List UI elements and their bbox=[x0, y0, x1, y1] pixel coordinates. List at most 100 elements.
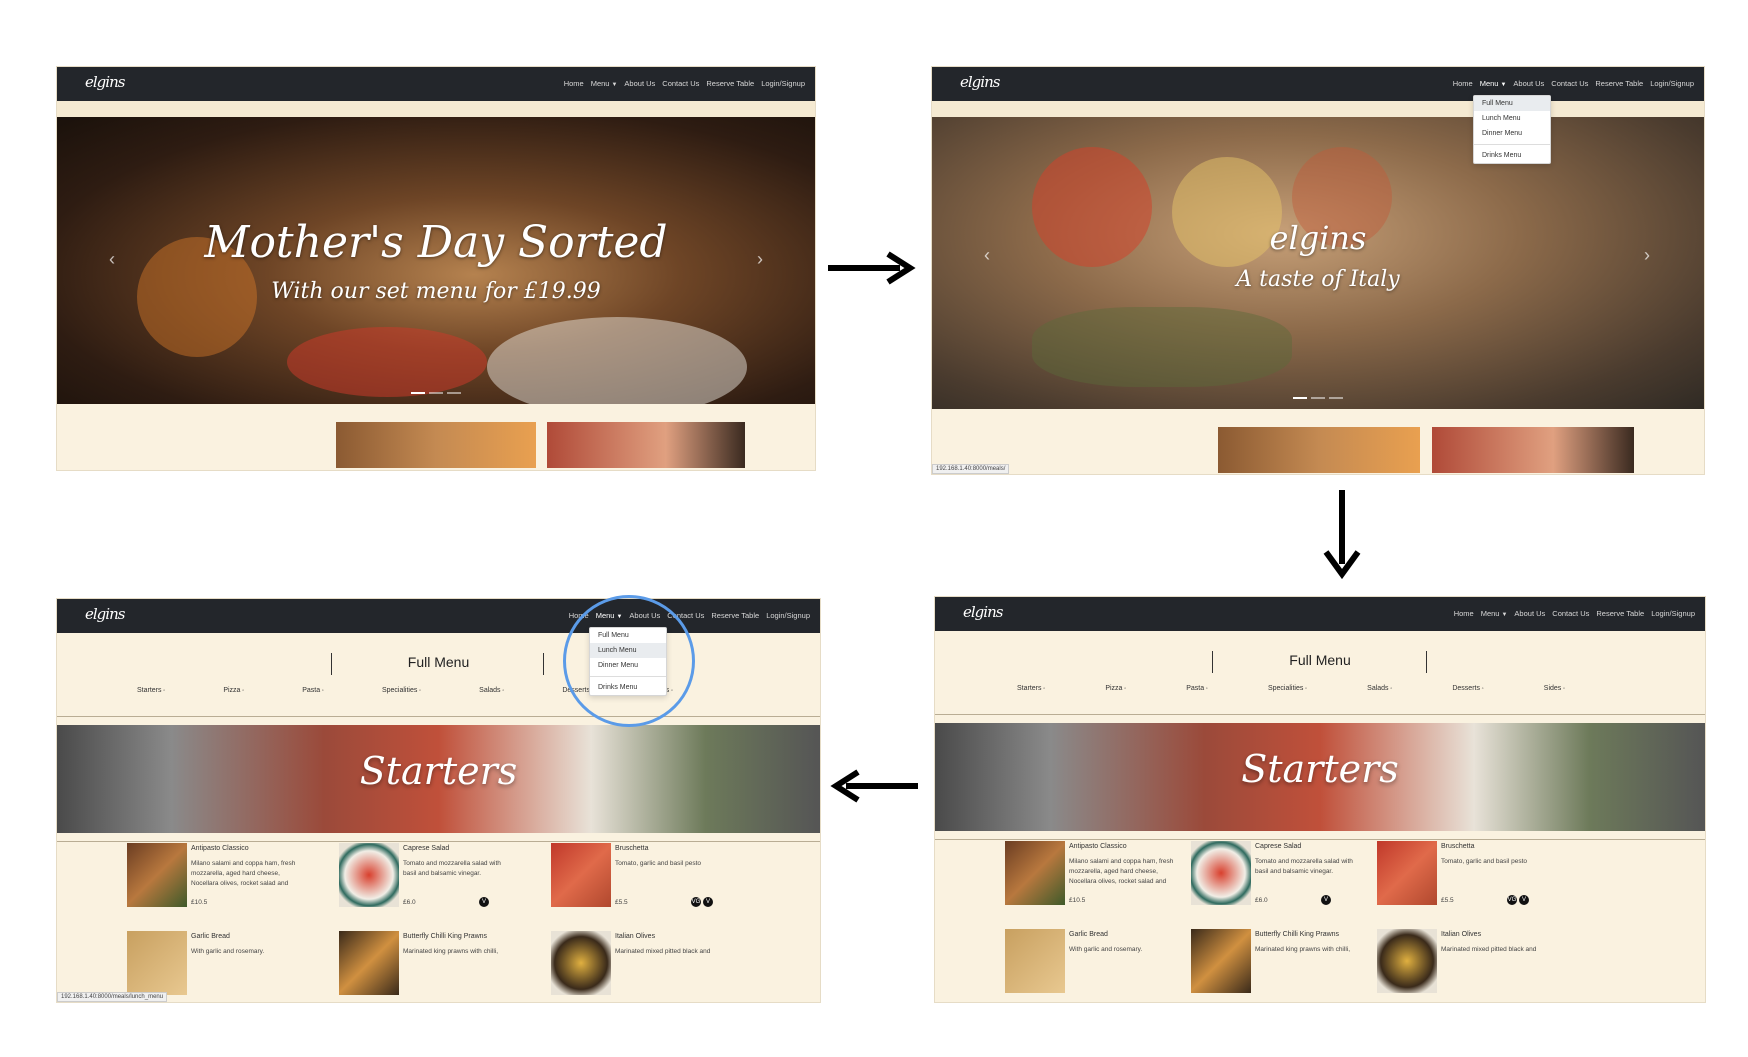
dropdown-drinks-menu[interactable]: Drinks Menu bbox=[1474, 148, 1550, 163]
menu-item-name: Italian Olives bbox=[615, 933, 656, 940]
menu-item-image bbox=[339, 931, 399, 995]
vegetarian-badge: V bbox=[479, 897, 489, 907]
cat-pasta[interactable]: Pasta bbox=[302, 687, 324, 694]
carousel-indicators[interactable] bbox=[1293, 397, 1343, 399]
thumb-antipasto[interactable] bbox=[336, 422, 536, 468]
heading-divider bbox=[543, 653, 544, 675]
vegan-badge: VG bbox=[691, 897, 701, 907]
menu-item-name: Butterfly Chilli King Prawns bbox=[403, 933, 488, 940]
menu-item-image bbox=[127, 843, 187, 907]
menu-item-name: Garlic Bread bbox=[1069, 931, 1108, 938]
heading-divider bbox=[1426, 651, 1427, 673]
dropdown-lunch-menu[interactable]: Lunch Menu bbox=[1474, 111, 1550, 126]
carousel-prev-icon[interactable]: ‹ bbox=[984, 245, 990, 266]
menu-item-image bbox=[1191, 841, 1251, 905]
nav-about[interactable]: About Us bbox=[1514, 609, 1545, 618]
logo[interactable]: elgins bbox=[85, 605, 125, 623]
nav-login[interactable]: Login/Signup bbox=[1650, 79, 1694, 88]
category-nav: Starters Pizza Pasta Specialities Salads… bbox=[935, 685, 1705, 692]
divider bbox=[57, 841, 820, 842]
tomato-dish-decor bbox=[287, 327, 487, 397]
nav-contact[interactable]: Contact Us bbox=[662, 79, 699, 88]
nav-home[interactable]: Home bbox=[1453, 79, 1473, 88]
hero-subtitle: With our set menu for £19.99 bbox=[271, 279, 601, 304]
hero-title: Mother's Day Sorted bbox=[204, 217, 668, 268]
menu-item-price: £5.5 bbox=[615, 899, 628, 906]
nav-about[interactable]: About Us bbox=[1513, 79, 1544, 88]
cat-pizza[interactable]: Pizza bbox=[1105, 685, 1126, 692]
cat-starters[interactable]: Starters bbox=[1017, 685, 1045, 692]
cat-salads[interactable]: Salads bbox=[479, 687, 504, 694]
nav-menu[interactable]: Menu ▼ bbox=[1481, 609, 1508, 618]
nav-contact[interactable]: Contact Us bbox=[1551, 79, 1588, 88]
thumb-pizza[interactable] bbox=[547, 422, 745, 468]
thumb-antipasto[interactable] bbox=[1218, 427, 1420, 473]
cat-sides[interactable]: Sides bbox=[1544, 685, 1565, 692]
menu-item-price: £10.5 bbox=[191, 899, 208, 906]
nav-reserve[interactable]: Reserve Table bbox=[1595, 79, 1643, 88]
chevron-down-icon: ▼ bbox=[611, 82, 618, 88]
nav-reserve[interactable]: Reserve Table bbox=[711, 611, 759, 620]
thumb-pizza[interactable] bbox=[1432, 427, 1634, 473]
chevron-down-icon: ▼ bbox=[1500, 82, 1507, 88]
cat-specialities[interactable]: Specialities bbox=[1268, 685, 1307, 692]
navbar: elgins Home Menu ▼ About Us Contact Us Re… bbox=[935, 597, 1705, 631]
arrow-down-icon bbox=[1323, 490, 1361, 580]
nav-menu[interactable]: Menu ▼ bbox=[1480, 79, 1507, 88]
logo[interactable]: elgins bbox=[960, 73, 1000, 91]
page-title: Full Menu bbox=[1289, 652, 1351, 668]
dropdown-full-menu[interactable]: Full Menu bbox=[1474, 96, 1550, 111]
logo[interactable]: elgins bbox=[85, 73, 125, 91]
menu-item-desc: Milano salami and coppa ham, fresh mozza… bbox=[191, 860, 296, 887]
divider bbox=[935, 839, 1705, 840]
nav-home[interactable]: Home bbox=[1454, 609, 1474, 618]
carousel-prev-icon[interactable]: ‹ bbox=[109, 249, 115, 270]
nav-reserve[interactable]: Reserve Table bbox=[1596, 609, 1644, 618]
menu-item-price: £5.5 bbox=[1441, 897, 1454, 904]
screenshot-home-dropdown: elgins Home Menu ▼ About Us Contact Us Re… bbox=[932, 67, 1704, 474]
menu-item-image bbox=[1005, 929, 1065, 993]
carousel-next-icon[interactable]: › bbox=[757, 249, 763, 270]
nav-login[interactable]: Login/Signup bbox=[1651, 609, 1695, 618]
vegetarian-badge: V bbox=[1321, 895, 1331, 905]
menu-item-desc: Tomato and mozzarella salad with basil a… bbox=[1255, 858, 1353, 875]
menu-item-image bbox=[1377, 929, 1437, 993]
section-banner: Starters bbox=[57, 725, 820, 833]
nav-login[interactable]: Login/Signup bbox=[766, 611, 810, 620]
cat-salads[interactable]: Salads bbox=[1367, 685, 1392, 692]
cat-pizza[interactable]: Pizza bbox=[223, 687, 244, 694]
screenshot-menu-dropdown-lunch: elgins Home Menu ▼ About Us Contact Us Re… bbox=[57, 599, 820, 1002]
nav-login[interactable]: Login/Signup bbox=[761, 79, 805, 88]
logo[interactable]: elgins bbox=[963, 603, 1003, 621]
menu-item-name: Caprese Salad bbox=[1255, 843, 1302, 850]
menu-item-desc: With garlic and rosemary. bbox=[1069, 946, 1143, 953]
nav-about[interactable]: About Us bbox=[624, 79, 655, 88]
screenshot-home-slide1: elgins Home Menu ▼ About Us Contact Us Re… bbox=[57, 67, 815, 470]
nav-menu[interactable]: Menu ▼ bbox=[591, 79, 618, 88]
carousel-next-icon[interactable]: › bbox=[1644, 245, 1650, 266]
cat-desserts[interactable]: Desserts bbox=[1452, 685, 1483, 692]
vegetarian-badge: V bbox=[1519, 895, 1529, 905]
menu-item-desc: Milano salami and coppa ham, fresh mozza… bbox=[1069, 858, 1174, 885]
arrow-left-icon bbox=[830, 769, 918, 803]
cat-starters[interactable]: Starters bbox=[137, 687, 165, 694]
food-platter-decor bbox=[1032, 307, 1292, 387]
nav-links: Home Menu ▼ About Us Contact Us Reserve T… bbox=[564, 79, 805, 88]
carousel-indicators[interactable] bbox=[411, 392, 461, 394]
menu-item-desc: Tomato, garlic and basil pesto bbox=[1441, 858, 1527, 865]
spacer bbox=[932, 101, 1704, 117]
nav-home[interactable]: Home bbox=[564, 79, 584, 88]
menu-item-desc: Tomato and mozzarella salad with basil a… bbox=[403, 860, 501, 877]
menu-item-image bbox=[551, 931, 611, 995]
nav-contact[interactable]: Contact Us bbox=[1552, 609, 1589, 618]
cat-pasta[interactable]: Pasta bbox=[1186, 685, 1208, 692]
cat-specialities[interactable]: Specialities bbox=[382, 687, 421, 694]
nav-reserve[interactable]: Reserve Table bbox=[706, 79, 754, 88]
dropdown-dinner-menu[interactable]: Dinner Menu bbox=[1474, 126, 1550, 141]
vegan-badge: VG bbox=[1507, 895, 1517, 905]
menu-item-price: £10.5 bbox=[1069, 897, 1086, 904]
menu-item-desc: With garlic and rosemary. bbox=[191, 948, 265, 955]
menu-item-name: Antipasto Classico bbox=[191, 845, 249, 852]
screenshot-full-menu: elgins Home Menu ▼ About Us Contact Us Re… bbox=[935, 597, 1705, 1002]
section-title: Starters bbox=[359, 749, 518, 793]
